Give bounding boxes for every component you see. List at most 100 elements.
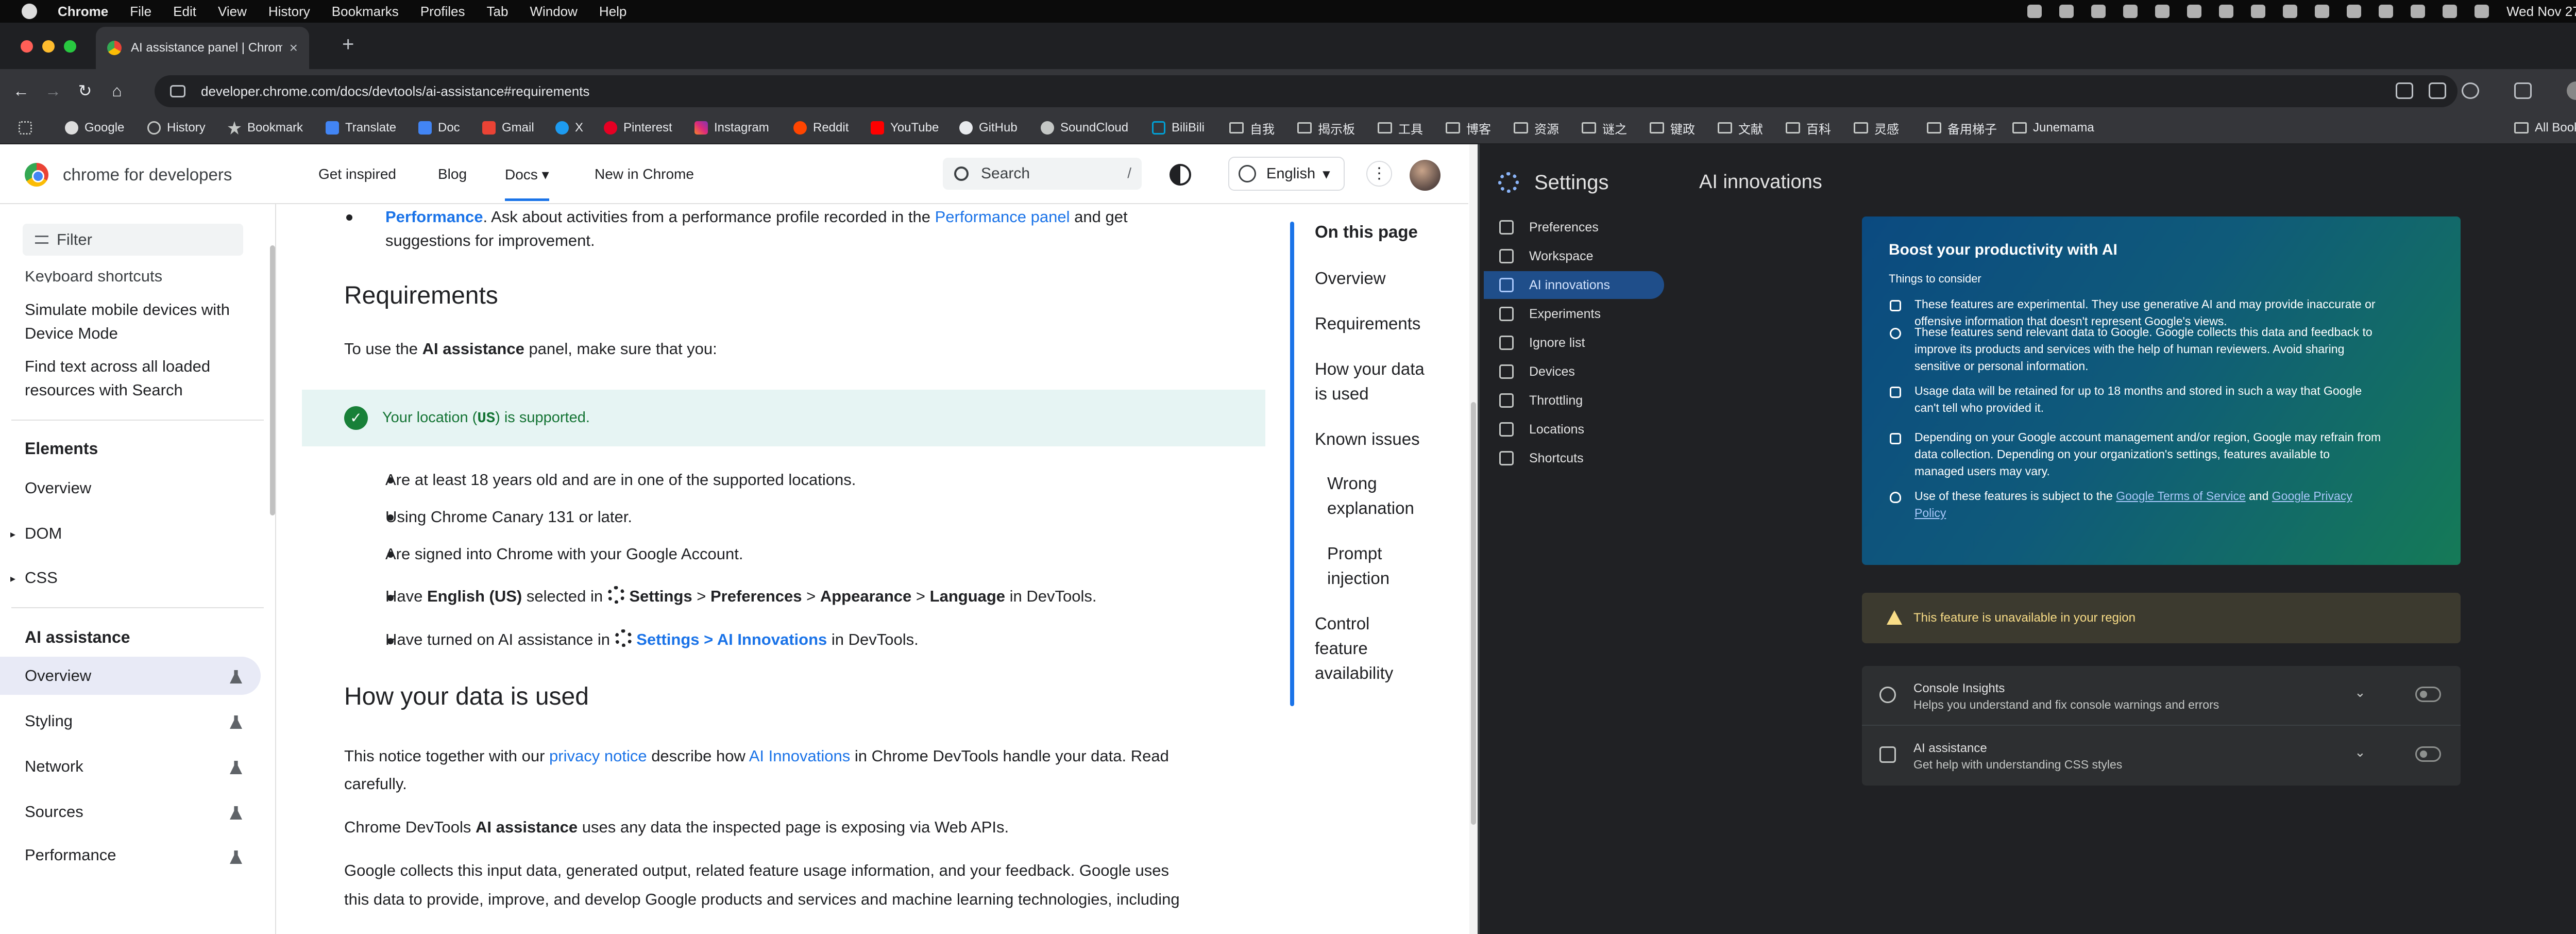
nav-item-styling[interactable]: Styling bbox=[25, 709, 73, 733]
volume-icon[interactable] bbox=[2379, 5, 2394, 18]
all-bookmarks[interactable]: All Bookmarks bbox=[2514, 119, 2576, 137]
address-bar[interactable]: developer.chrome.com/docs/devtools/ai-as… bbox=[155, 75, 2458, 107]
toc-item-wrong-explanation-2[interactable]: explanation bbox=[1327, 496, 1414, 521]
chrome-logo-icon[interactable] bbox=[25, 163, 48, 187]
menu-profiles[interactable]: Profiles bbox=[420, 4, 465, 20]
bookmark-folder[interactable]: 揭示板 bbox=[1297, 119, 1355, 137]
menu-bookmarks[interactable]: Bookmarks bbox=[332, 4, 399, 20]
extensions-icon[interactable] bbox=[2514, 82, 2532, 99]
url-text[interactable]: developer.chrome.com/docs/devtools/ai-as… bbox=[201, 84, 589, 99]
nav-item-css[interactable]: CSS bbox=[25, 566, 58, 590]
settings-nav-preferences[interactable]: Preferences bbox=[1484, 213, 1664, 241]
feature-row-console-insights[interactable]: Console Insights Helps you understand an… bbox=[1862, 666, 2461, 726]
status-app-icon[interactable] bbox=[2027, 5, 2042, 18]
minimize-window-button[interactable] bbox=[42, 40, 55, 53]
apps-grid-icon[interactable] bbox=[19, 119, 38, 137]
menu-help[interactable]: Help bbox=[599, 4, 626, 20]
close-window-button[interactable] bbox=[21, 40, 33, 53]
settings-nav-workspace[interactable]: Workspace bbox=[1484, 242, 1664, 270]
site-info-icon[interactable] bbox=[170, 85, 185, 97]
nav-blog[interactable]: Blog bbox=[438, 166, 467, 182]
toc-item-data-usage-2[interactable]: is used bbox=[1315, 381, 1369, 406]
wifi-icon[interactable] bbox=[2411, 5, 2426, 18]
nav-item-sources[interactable]: Sources bbox=[25, 800, 83, 824]
bookmark-bilibili[interactable]: BiliBili bbox=[1152, 119, 1205, 137]
bookmark-folder[interactable]: 备用梯子 bbox=[1927, 119, 1997, 137]
ai-innovations-link[interactable]: AI Innovations bbox=[749, 747, 850, 765]
theme-toggle-icon[interactable] bbox=[1170, 164, 1191, 186]
performance-panel-link[interactable]: Performance panel bbox=[935, 208, 1070, 226]
caret-right-icon[interactable]: ▸ bbox=[10, 572, 15, 585]
toc-item-prompt-injection[interactable]: Prompt bbox=[1327, 541, 1382, 566]
site-search-input[interactable]: Search / bbox=[943, 158, 1142, 190]
bookmark-gmail[interactable]: Gmail bbox=[482, 119, 534, 137]
settings-nav-devices[interactable]: Devices bbox=[1484, 358, 1664, 386]
settings-nav-locations[interactable]: Locations bbox=[1484, 415, 1664, 443]
bookmark-folder[interactable]: 资源 bbox=[1514, 119, 1559, 137]
menu-file[interactable]: File bbox=[130, 4, 151, 20]
settings-nav-ai-innovations[interactable]: AI innovations bbox=[1484, 271, 1664, 299]
bookmark-star-icon[interactable] bbox=[2462, 82, 2479, 99]
nav-get-inspired[interactable]: Get inspired bbox=[318, 166, 396, 182]
toc-item-data-usage[interactable]: How your data bbox=[1315, 357, 1425, 381]
settings-nav-throttling[interactable]: Throttling bbox=[1484, 387, 1664, 414]
bookmark-folder[interactable]: 自我 bbox=[1229, 119, 1275, 137]
bookmark-folder[interactable]: 文献 bbox=[1718, 119, 1763, 137]
menu-history[interactable]: History bbox=[268, 4, 310, 20]
nav-scrollbar[interactable] bbox=[270, 245, 275, 515]
bookmark-folder[interactable]: 博客 bbox=[1446, 119, 1491, 137]
bookmark-folder[interactable]: 工具 bbox=[1378, 119, 1423, 137]
bookmark-reddit[interactable]: Reddit bbox=[793, 119, 849, 137]
menu-window[interactable]: Window bbox=[530, 4, 577, 20]
translate-icon[interactable] bbox=[2429, 82, 2446, 99]
caret-right-icon[interactable]: ▸ bbox=[10, 528, 15, 541]
reload-button[interactable]: ↻ bbox=[74, 81, 96, 101]
toc-item-requirements[interactable]: Requirements bbox=[1315, 311, 1420, 336]
privacy-policy-link-2[interactable]: Policy bbox=[1914, 506, 1946, 520]
more-options-button[interactable]: ⋮ bbox=[1366, 161, 1392, 187]
toc-item-prompt-injection-2[interactable]: injection bbox=[1327, 566, 1389, 591]
bookmark-soundcloud[interactable]: SoundCloud bbox=[1041, 119, 1128, 137]
bookmark-x[interactable]: X bbox=[555, 119, 583, 137]
filter-input[interactable]: Filter bbox=[23, 224, 243, 256]
language-select[interactable]: English ▾ bbox=[1228, 157, 1345, 191]
back-button[interactable]: ← bbox=[10, 81, 32, 101]
bookmark-youtube[interactable]: YouTube bbox=[871, 119, 939, 137]
page-scrollbar[interactable] bbox=[1469, 144, 1478, 934]
bookmark-folder[interactable]: 谜之 bbox=[1582, 119, 1627, 137]
apple-icon[interactable] bbox=[22, 4, 37, 19]
nav-item-ai-overview[interactable]: Overview bbox=[25, 664, 91, 688]
menu-app[interactable]: Chrome bbox=[58, 4, 108, 20]
settings-ai-innovations-link[interactable]: Settings > AI Innovations bbox=[636, 630, 827, 648]
bookmark-pinterest[interactable]: Pinterest bbox=[604, 119, 672, 137]
status-app-icon[interactable] bbox=[2123, 5, 2138, 18]
bookmark-doc[interactable]: Doc bbox=[418, 119, 460, 137]
performance-link[interactable]: Performance bbox=[385, 208, 483, 226]
nav-item-performance[interactable]: Performance bbox=[25, 843, 116, 867]
search-icon[interactable] bbox=[2443, 5, 2458, 18]
home-button[interactable]: ⌂ bbox=[106, 81, 128, 101]
nav-item-elements-overview[interactable]: Overview bbox=[25, 476, 91, 500]
bookmark-instagram[interactable]: Instagram bbox=[694, 119, 769, 137]
status-app-icon[interactable] bbox=[2155, 5, 2170, 18]
bookmark-folder[interactable]: 键政 bbox=[1650, 119, 1695, 137]
feature-row-ai-assistance[interactable]: AI assistance Get help with understandin… bbox=[1862, 726, 2461, 786]
bookmark-google[interactable]: Google bbox=[65, 119, 124, 137]
nav-new-in-chrome[interactable]: New in Chrome bbox=[595, 166, 694, 182]
site-brand[interactable]: chrome for developers bbox=[63, 165, 232, 185]
toc-item-control-2[interactable]: feature bbox=[1315, 636, 1368, 661]
zoom-window-button[interactable] bbox=[64, 40, 76, 53]
close-tab-icon[interactable]: × bbox=[290, 40, 298, 56]
keyboard-icon[interactable] bbox=[2283, 5, 2298, 18]
menu-edit[interactable]: Edit bbox=[173, 4, 196, 20]
toc-item-control-3[interactable]: availability bbox=[1315, 661, 1393, 686]
privacy-policy-link[interactable]: Google Privacy bbox=[2272, 489, 2352, 503]
settings-nav-experiments[interactable]: Experiments bbox=[1484, 300, 1664, 328]
toc-item-wrong-explanation[interactable]: Wrong bbox=[1327, 471, 1377, 496]
control-center-icon[interactable] bbox=[2475, 5, 2489, 18]
nav-section-ai-assistance[interactable]: AI assistance bbox=[25, 628, 130, 647]
play-icon[interactable] bbox=[2347, 5, 2362, 18]
bookmark-folder[interactable]: 灵感 bbox=[1854, 119, 1899, 137]
nav-item-search[interactable]: Find text across all loaded bbox=[25, 355, 210, 378]
avatar[interactable] bbox=[1410, 160, 1440, 191]
